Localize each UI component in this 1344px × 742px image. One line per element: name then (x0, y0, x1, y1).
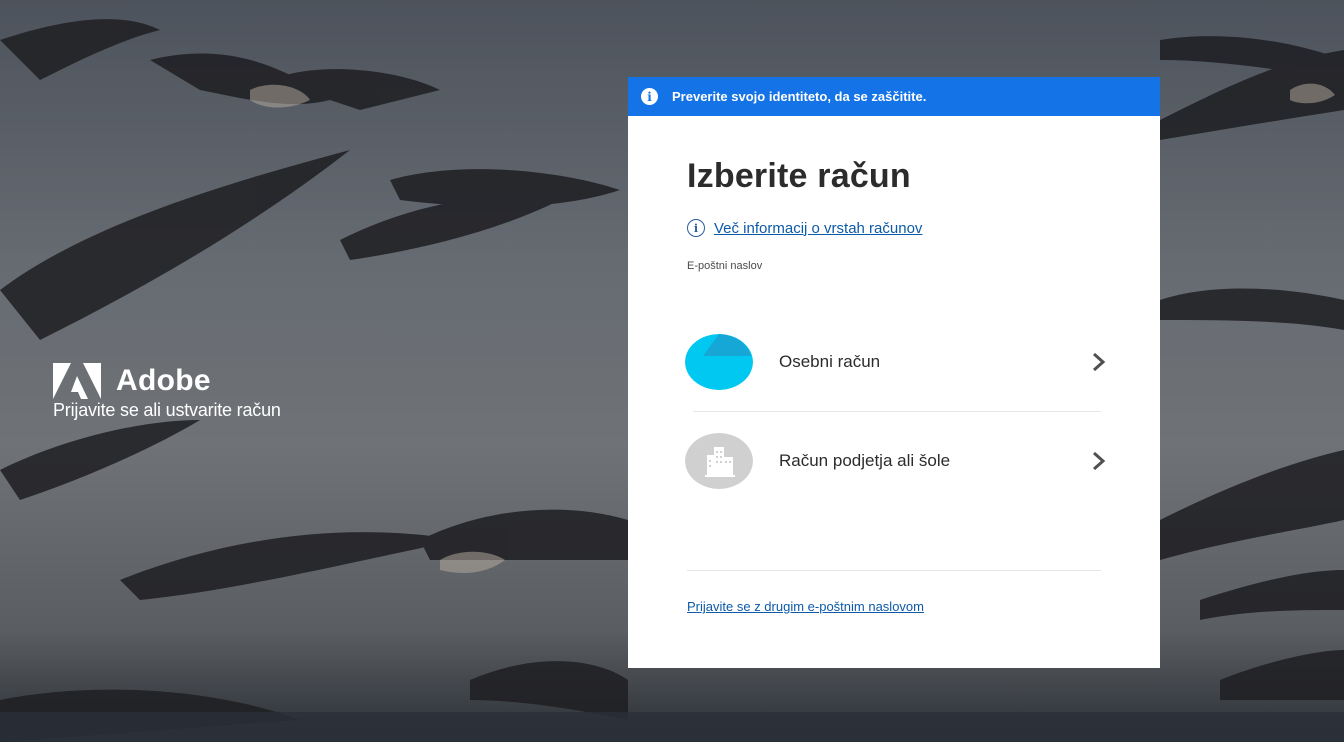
account-label: Račun podjetja ali šole (779, 451, 951, 470)
account-list: Osebni račun Račun podjetja ali šole (685, 312, 1106, 510)
sign-in-card: i Preverite svojo identiteto, da se zašč… (628, 77, 1160, 668)
personal-account-icon (685, 333, 753, 390)
adobe-logo-icon (53, 363, 101, 399)
banner-text: Preverite svojo identiteto, da se zaščit… (672, 89, 927, 104)
email-label: E-poštni naslov (687, 260, 763, 272)
brand-name: Adobe (116, 364, 211, 397)
building-icon (685, 433, 753, 489)
divider (687, 570, 1101, 571)
personal-account-option[interactable]: Osebni račun (685, 312, 1106, 411)
adobe-brand: Adobe Prijavite se ali ustvarite račun (53, 363, 281, 421)
info-link-row: i Več informacij o vrstah računov (687, 219, 1101, 237)
chevron-right-icon (1093, 352, 1106, 371)
brand-tagline: Prijavite se ali ustvarite račun (53, 400, 281, 420)
info-icon: i (687, 219, 705, 237)
other-email-link[interactable]: Prijavite se z drugim e-poštnim naslovom (687, 599, 924, 614)
identity-banner: i Preverite svojo identiteto, da se zašč… (628, 77, 1160, 116)
account-label: Osebni račun (779, 351, 881, 371)
chevron-right-icon (1093, 451, 1106, 471)
page-title: Izberite račun (687, 157, 911, 195)
account-types-link[interactable]: Več informacij o vrstah računov (714, 220, 922, 237)
business-account-option[interactable]: Račun podjetja ali šole (685, 411, 1106, 510)
info-icon: i (641, 88, 658, 105)
